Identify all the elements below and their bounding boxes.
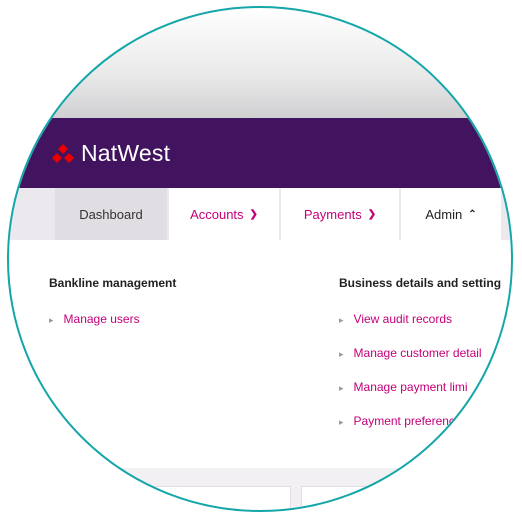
link-manage-users[interactable]: ▸ Manage users (49, 312, 140, 326)
arrow-right-icon: ▸ (339, 315, 344, 325)
arrow-right-icon: ▸ (339, 349, 344, 359)
browser-chrome-fade (9, 8, 511, 120)
nav-tab-label: Payments (303, 206, 362, 222)
nav-tab-dashboard[interactable]: Dashboard (55, 188, 167, 240)
section-title-business: Business details and setting (339, 276, 502, 290)
nav-tab-admin[interactable]: Admin ⌃ (401, 188, 501, 240)
chevron-down-icon: ❯ (367, 208, 377, 220)
section-title-bankline: Bankline management (49, 276, 177, 290)
card-second[interactable]: P (301, 486, 483, 510)
nav-tab-label: Dashboard (79, 206, 143, 222)
nav-tab-label: Admin (425, 206, 463, 222)
link-label: View audit records (353, 312, 453, 326)
brand-logo[interactable]: NatWest (51, 140, 170, 167)
app-header: NatWest (9, 118, 511, 188)
arrow-right-icon: ▸ (339, 383, 344, 393)
link-label: Payment preferenc (353, 414, 455, 428)
main-nav: Dashboard Accounts ❯ Payments ❯ Admin ⌃ (9, 188, 511, 240)
arrow-right-icon: ▸ (339, 417, 344, 427)
arrow-right-icon: ▸ (49, 315, 54, 325)
link-label: Manage customer detail (353, 346, 482, 360)
nav-tab-payments[interactable]: Payments ❯ (281, 188, 399, 240)
link-label: Manage payment limi (353, 380, 468, 394)
natwest-chevron-icon (51, 143, 75, 164)
nav-tab-label: Accounts (190, 206, 244, 222)
chevron-down-icon: ❯ (249, 208, 258, 220)
link-manage-payment-limits[interactable]: ▸ Manage payment limi (339, 380, 468, 394)
link-manage-customer-details[interactable]: ▸ Manage customer detail (339, 346, 482, 360)
screenshot-viewport: NatWest Dashboard Accounts ❯ Payments ❯ … (9, 8, 511, 510)
admin-dropdown-panel: Bankline management ▸ Manage users Busine… (9, 240, 511, 468)
chevron-up-icon: ⌃ (468, 208, 477, 220)
link-view-audit-records[interactable]: ▸ View audit records (339, 312, 452, 326)
dashboard-cards-area: payments P (9, 468, 511, 510)
link-label: Manage users (63, 312, 140, 326)
card-label: P (342, 505, 350, 510)
brand-name: NatWest (81, 140, 171, 166)
link-payment-preferences[interactable]: ▸ Payment preferenc (339, 414, 455, 428)
card-label: payments (186, 505, 238, 510)
nav-tab-accounts[interactable]: Accounts ❯ (169, 188, 279, 240)
card-payments[interactable]: payments (119, 486, 291, 510)
